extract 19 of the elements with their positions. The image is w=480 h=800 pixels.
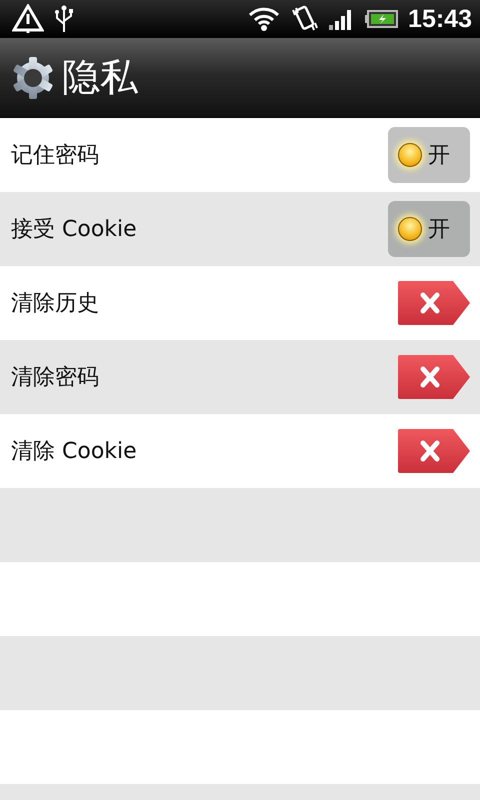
- screen-title: 隐私: [62, 54, 138, 101]
- clear-button[interactable]: [397, 354, 471, 400]
- wifi-icon: [248, 6, 280, 32]
- settings-row[interactable]: 清除密码: [0, 340, 480, 414]
- usb-icon: [54, 4, 74, 34]
- setting-label: 清除密码: [11, 364, 99, 392]
- warning-icon: [12, 4, 44, 34]
- clear-button[interactable]: [397, 280, 471, 326]
- settings-row[interactable]: 接受 Cookie 开: [0, 192, 480, 266]
- setting-label: 记住密码: [11, 142, 99, 170]
- clock-time: 15:43: [408, 4, 472, 34]
- vibrate-icon: [290, 5, 318, 33]
- battery-icon: [364, 9, 398, 29]
- toggle-switch[interactable]: 开: [388, 201, 470, 257]
- setting-label: 接受 Cookie: [11, 216, 137, 244]
- setting-label: 清除 Cookie: [11, 438, 137, 466]
- toggle-switch[interactable]: 开: [388, 127, 470, 183]
- clear-button[interactable]: [397, 428, 471, 474]
- setting-label: 清除历史: [11, 290, 99, 318]
